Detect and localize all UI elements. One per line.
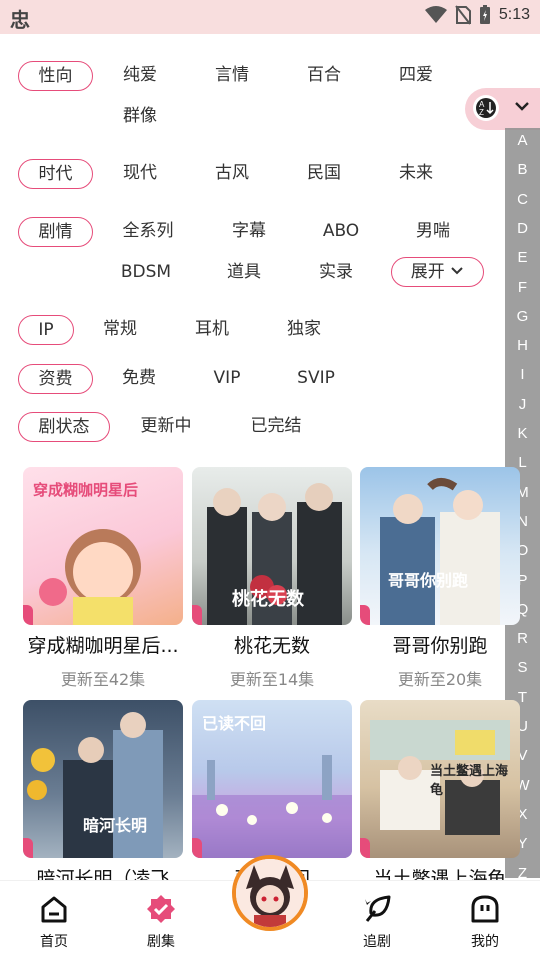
filter-option[interactable]: 实录 xyxy=(306,258,366,288)
drama-cover: 穿成糊咖明星后 xyxy=(23,467,183,625)
tab-label: 剧集 xyxy=(147,934,175,950)
filter-label-fee[interactable]: 资费 xyxy=(18,364,93,394)
cover-art xyxy=(380,478,500,625)
sort-toggle[interactable]: AZ xyxy=(465,88,540,130)
filter-option[interactable]: 全系列 xyxy=(110,217,186,247)
cover-title-art: 穿成糊咖明星后 xyxy=(33,481,139,499)
center-avatar-button[interactable] xyxy=(232,855,308,931)
no-sim-icon xyxy=(455,5,471,25)
filter-option[interactable]: 古风 xyxy=(202,159,262,189)
chevron-down-icon xyxy=(451,267,463,275)
alphabet-letter[interactable]: I xyxy=(505,366,540,383)
cover-tag xyxy=(23,605,33,625)
tab-label: 追剧 xyxy=(363,934,391,950)
filter-label-status[interactable]: 剧状态 xyxy=(18,412,110,442)
tab-label: 我的 xyxy=(471,934,499,950)
alphabet-letter[interactable]: E xyxy=(505,249,540,266)
expand-label: 展开 xyxy=(410,262,445,282)
tab-mine[interactable]: 我的 xyxy=(445,881,525,960)
app-notification-icon: 忠 xyxy=(10,8,30,32)
tab-label: 首页 xyxy=(40,934,68,950)
drama-title: 穿成糊咖明星后... xyxy=(27,635,179,657)
alphabet-letter[interactable]: J xyxy=(505,396,540,413)
system-icons: 5:13 xyxy=(424,5,530,25)
filter-option[interactable]: 免费 xyxy=(109,364,169,394)
filter-option[interactable]: 道具 xyxy=(214,258,274,288)
filter-option[interactable]: ABO xyxy=(311,217,371,247)
alphabet-letter[interactable]: C xyxy=(505,191,540,208)
filter-option[interactable]: 纯爱 xyxy=(110,61,170,91)
drama-cover: 暗河长明 xyxy=(23,700,183,858)
filter-label-ip[interactable]: IP xyxy=(18,315,74,345)
alphabet-letter[interactable]: B xyxy=(505,161,540,178)
filter-option[interactable]: 四爱 xyxy=(386,61,446,91)
cover-tag xyxy=(192,605,202,625)
battery-icon xyxy=(479,5,490,24)
cover-title-art: 当土鳖遇上海龟 xyxy=(430,764,509,798)
sort-az-icon: AZ xyxy=(473,95,499,121)
series-badge-icon xyxy=(147,895,175,923)
filter-option[interactable]: 常规 xyxy=(90,315,150,345)
drama-episodes: 更新至42集 xyxy=(60,670,146,689)
cover-tag xyxy=(23,838,33,858)
cover-title-art: 暗河长明 xyxy=(83,816,148,835)
drama-cover: 桃花无数 xyxy=(192,467,352,625)
drama-cover: 哥哥你别跑 xyxy=(360,467,520,625)
alphabet-letter[interactable]: D xyxy=(505,220,540,237)
filter-option[interactable]: VIP xyxy=(197,364,257,394)
cover-title-art: 已读不回 xyxy=(202,714,267,733)
drama-episodes: 更新至20集 xyxy=(397,670,483,689)
cover-title-art: 哥哥你别跑 xyxy=(388,571,469,590)
filter-label-plot[interactable]: 剧情 xyxy=(18,217,93,247)
expand-button[interactable]: 展开 xyxy=(391,257,484,287)
filter-option[interactable]: 现代 xyxy=(110,159,170,189)
tab-series[interactable]: 剧集 xyxy=(121,881,201,960)
alphabet-letter[interactable]: H xyxy=(505,337,540,354)
status-bar: 忠 5:13 xyxy=(0,0,540,34)
filter-option[interactable]: 百合 xyxy=(294,61,354,91)
filter-option[interactable]: 男喘 xyxy=(403,217,463,247)
filter-label-era[interactable]: 时代 xyxy=(18,159,93,189)
filter-option[interactable]: 字幕 xyxy=(219,217,279,247)
filter-label-orientation[interactable]: 性向 xyxy=(18,61,93,91)
alphabet-letter[interactable]: A xyxy=(505,132,540,149)
home-icon xyxy=(41,896,67,923)
cover-tag xyxy=(360,605,370,625)
filter-option[interactable]: SVIP xyxy=(286,364,346,394)
drama-episodes: 更新至14集 xyxy=(229,670,315,689)
tab-follow[interactable]: 追剧 xyxy=(337,881,417,960)
alphabet-letter[interactable]: K xyxy=(505,425,540,442)
cover-tag xyxy=(192,838,202,858)
clock: 5:13 xyxy=(498,6,530,23)
drama-title: 桃花无数 xyxy=(233,635,310,657)
chevron-down-icon xyxy=(515,102,529,111)
filter-option[interactable]: 未来 xyxy=(386,159,446,189)
drama-cover: 已读不回 xyxy=(192,700,352,858)
cover-title-art: 桃花无数 xyxy=(232,589,304,610)
filter-option[interactable]: 言情 xyxy=(202,61,262,91)
filter-option[interactable]: 群像 xyxy=(110,102,170,132)
filter-option[interactable]: BDSM xyxy=(110,258,182,288)
wifi-icon xyxy=(424,6,447,23)
cover-tag xyxy=(360,838,370,858)
filter-option[interactable]: 更新中 xyxy=(130,412,202,442)
filter-option[interactable]: 独家 xyxy=(274,315,334,345)
svg-text:Z: Z xyxy=(479,108,484,117)
filter-panel: 性向 纯爱 言情 百合 四爱 群像 时代 现代 古风 民国 未来 剧情 全系列 … xyxy=(0,34,505,450)
avatar xyxy=(236,859,304,927)
filter-option[interactable]: 民国 xyxy=(294,159,354,189)
alphabet-letter[interactable]: G xyxy=(505,308,540,325)
leaf-icon xyxy=(365,895,391,922)
filter-option[interactable]: 已完结 xyxy=(240,412,312,442)
filter-option[interactable]: 耳机 xyxy=(182,315,242,345)
drama-cover: 当土鳖遇上海龟 xyxy=(360,700,520,858)
profile-icon xyxy=(471,895,499,923)
drama-title: 哥哥你别跑 xyxy=(392,635,488,657)
tab-home[interactable]: 首页 xyxy=(14,881,94,960)
alphabet-letter[interactable]: F xyxy=(505,279,540,296)
